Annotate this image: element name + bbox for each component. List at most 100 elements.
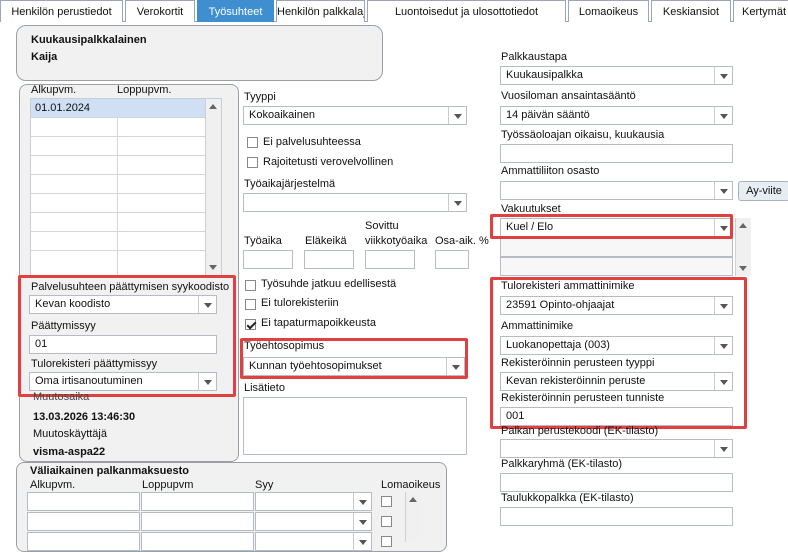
table-pay-input[interactable]: [500, 507, 733, 526]
insurance-label: Vakuutukset: [501, 203, 561, 215]
reg-basis-id-label: Rekisteröinnin perusteen tunniste: [501, 392, 665, 404]
temp-pay-start-input[interactable]: [27, 492, 140, 511]
employee-name: Kaija: [31, 51, 58, 63]
tab-verokortit[interactable]: Verokortit: [125, 0, 195, 22]
pay-group-label: Palkkaryhmä (EK-tilasto): [501, 458, 623, 470]
no-service-checkbox[interactable]: [247, 137, 258, 148]
insurance-scrollbar[interactable]: [735, 218, 751, 276]
pay-basis-code-label: Palkan perustekoodi (EK-tilasto): [501, 425, 659, 437]
temp-pay-scrollbar[interactable]: [405, 492, 421, 542]
limited-tax-label: Rajoitetusti verovelvollinen: [263, 156, 394, 168]
pay-group-input[interactable]: [500, 473, 733, 492]
vacation-rule-select[interactable]: 14 päivän sääntö: [500, 106, 733, 125]
temp-pay-col-vacation: Lomaoikeus: [381, 479, 441, 491]
period-list[interactable]: 01.01.2024: [30, 98, 222, 276]
temp-pay-col-start: Alkupvm.: [30, 479, 76, 491]
temp-pay-reason-select[interactable]: [255, 492, 372, 511]
chevron-down-icon: [353, 493, 371, 510]
worktime-input[interactable]: [243, 250, 293, 269]
chevron-down-icon: [198, 296, 216, 313]
chevron-down-icon: [714, 337, 732, 354]
worktime-system-select[interactable]: [243, 193, 467, 212]
insurance-list-row[interactable]: [500, 238, 733, 257]
ir-title-label: Tulorekisteri ammattinimike: [501, 280, 635, 292]
pay-method-label: Palkkaustapa: [501, 51, 568, 63]
no-income-reg-checkbox[interactable]: [245, 299, 256, 310]
termination-reason-label: Päättymissyy: [31, 320, 96, 332]
chevron-down-icon: [714, 182, 732, 199]
title-select[interactable]: Luokanopettaja (003): [500, 336, 733, 355]
reg-basis-id-input[interactable]: 001: [500, 407, 733, 426]
pension-age-input[interactable]: [304, 250, 354, 269]
agreed-hours-input[interactable]: [365, 250, 415, 269]
period-start-value: 01.01.2024: [35, 102, 91, 114]
chevron-down-icon: [714, 107, 732, 124]
temp-pay-end-input[interactable]: [141, 492, 254, 511]
tab-keskiansiot[interactable]: Keskiansiot: [651, 0, 731, 22]
pension-age-col-label: Eläkeikä: [305, 235, 347, 247]
insurance-list-row[interactable]: [500, 257, 733, 276]
chevron-down-icon: [353, 513, 371, 530]
pay-method-select[interactable]: Kuukausipalkka: [500, 66, 733, 85]
temp-pay-col-end: Loppupvm: [142, 479, 194, 491]
part-time-col-label: Osa-aik. %: [435, 235, 489, 247]
chevron-down-icon: [448, 194, 466, 211]
termination-reason-input[interactable]: 01: [29, 335, 217, 354]
chevron-down-icon: [714, 373, 732, 390]
tab-henkilon-perustiedot[interactable]: Henkilön perustiedot: [0, 0, 123, 22]
modified-user-label: Muutoskäyttäjä: [33, 428, 107, 440]
pay-basis-code-select[interactable]: [500, 439, 733, 458]
tab-tyosuhteet[interactable]: Työsuhteet: [197, 0, 274, 22]
temp-pay-end-input[interactable]: [141, 512, 254, 531]
reg-basis-type-select[interactable]: Kevan rekisteröinnin peruste: [500, 372, 733, 391]
continues-label: Työsuhde jatkuu edellisestä: [261, 278, 397, 290]
no-service-label: Ei palvelusuhteessa: [263, 136, 361, 148]
temp-pay-reason-select[interactable]: [255, 512, 372, 531]
chevron-down-icon: [714, 297, 732, 314]
period-row[interactable]: 01.01.2024: [31, 99, 206, 118]
period-scrollbar[interactable]: [205, 99, 221, 275]
modified-user-value: visma-aspa22: [33, 446, 106, 458]
chevron-down-icon: [714, 67, 732, 84]
union-label: Ammattiliiton osasto: [501, 165, 600, 177]
temp-pay-vacation-checkbox[interactable]: [381, 496, 392, 507]
table-pay-label: Taulukkopalkka (EK-tilasto): [501, 492, 634, 504]
temp-pay-col-reason: Syy: [255, 479, 274, 491]
union-select[interactable]: [500, 181, 733, 200]
limited-tax-checkbox[interactable]: [247, 157, 258, 168]
ir-title-select[interactable]: 23591 Opinto-ohjaajat: [500, 296, 733, 315]
chevron-down-icon: [446, 358, 464, 375]
temp-pay-start-input[interactable]: [27, 512, 140, 531]
worktime-system-label: Työaikajärjestelmä: [244, 178, 336, 190]
tab-luontoisedut[interactable]: Luontoisedut ja ulosottotiedot: [367, 0, 566, 22]
tab-bar: Henkilön perustiedot Verokortit Työsuhte…: [0, 0, 788, 22]
chevron-down-icon: [714, 219, 732, 236]
employer-adjustment-input[interactable]: [500, 144, 733, 163]
tab-kertymat[interactable]: Kertymät: [733, 0, 788, 22]
vacation-rule-label: Vuosiloman ansaintasääntö: [501, 90, 636, 102]
ay-reference-button[interactable]: Ay-viite: [738, 181, 788, 201]
employment-type-title: Kuukausipalkkalainen: [31, 34, 147, 46]
type-select[interactable]: Kokoaikainen: [243, 106, 467, 125]
col-end-date: Loppupvm.: [117, 84, 172, 96]
extra-info-textarea[interactable]: [243, 397, 467, 455]
chevron-down-icon: [198, 373, 216, 390]
agreed-hours-col-label-2: viikkotyöaika: [365, 235, 428, 247]
temp-pay-vacation-checkbox[interactable]: [381, 516, 392, 527]
employer-adjustment-label: Työssäoloajan oikaisu, kuukausia: [501, 129, 665, 141]
termination-codeset-select[interactable]: Kevan koodisto: [29, 295, 217, 314]
no-accident-checkbox[interactable]: [245, 319, 256, 330]
worktime-col-label: Työaika: [244, 235, 282, 247]
modified-time-value: 13.03.2026 13:46:30: [33, 411, 136, 423]
insurance-select[interactable]: Kuel / Elo: [500, 218, 733, 237]
chevron-down-icon: [714, 440, 732, 457]
agreement-select[interactable]: Kunnan työehtosopimukset: [243, 357, 465, 376]
modified-time-label: Muutosaika: [33, 391, 90, 403]
temp-pay-block-title: Väliaikainen palkanmaksuesto: [30, 465, 189, 477]
tab-lomaoikeus[interactable]: Lomaoikeus: [568, 0, 649, 22]
continues-checkbox[interactable]: [245, 280, 256, 291]
tab-henkilon-palkkalajit[interactable]: Henkilön palkkalajit: [276, 0, 365, 22]
extra-info-label: Lisätieto: [244, 382, 285, 394]
income-reg-termination-select[interactable]: Oma irtisanoutuminen: [29, 372, 217, 391]
part-time-input[interactable]: [435, 250, 469, 269]
